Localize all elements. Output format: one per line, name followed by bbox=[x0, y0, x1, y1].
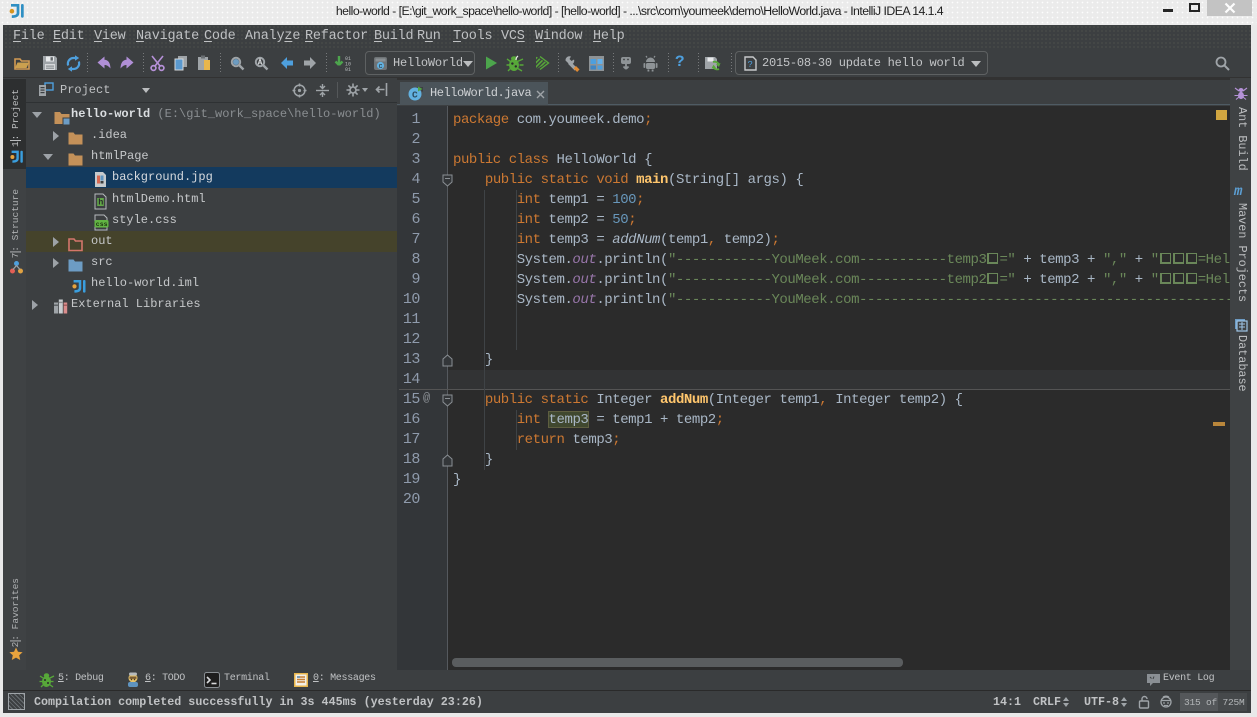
svg-text:css: css bbox=[96, 221, 108, 228]
svg-text:c: c bbox=[379, 63, 383, 71]
svg-text:C: C bbox=[412, 90, 418, 101]
svg-text:01: 01 bbox=[345, 67, 351, 73]
svg-text:h: h bbox=[98, 198, 103, 208]
svg-text:?: ? bbox=[748, 60, 753, 70]
